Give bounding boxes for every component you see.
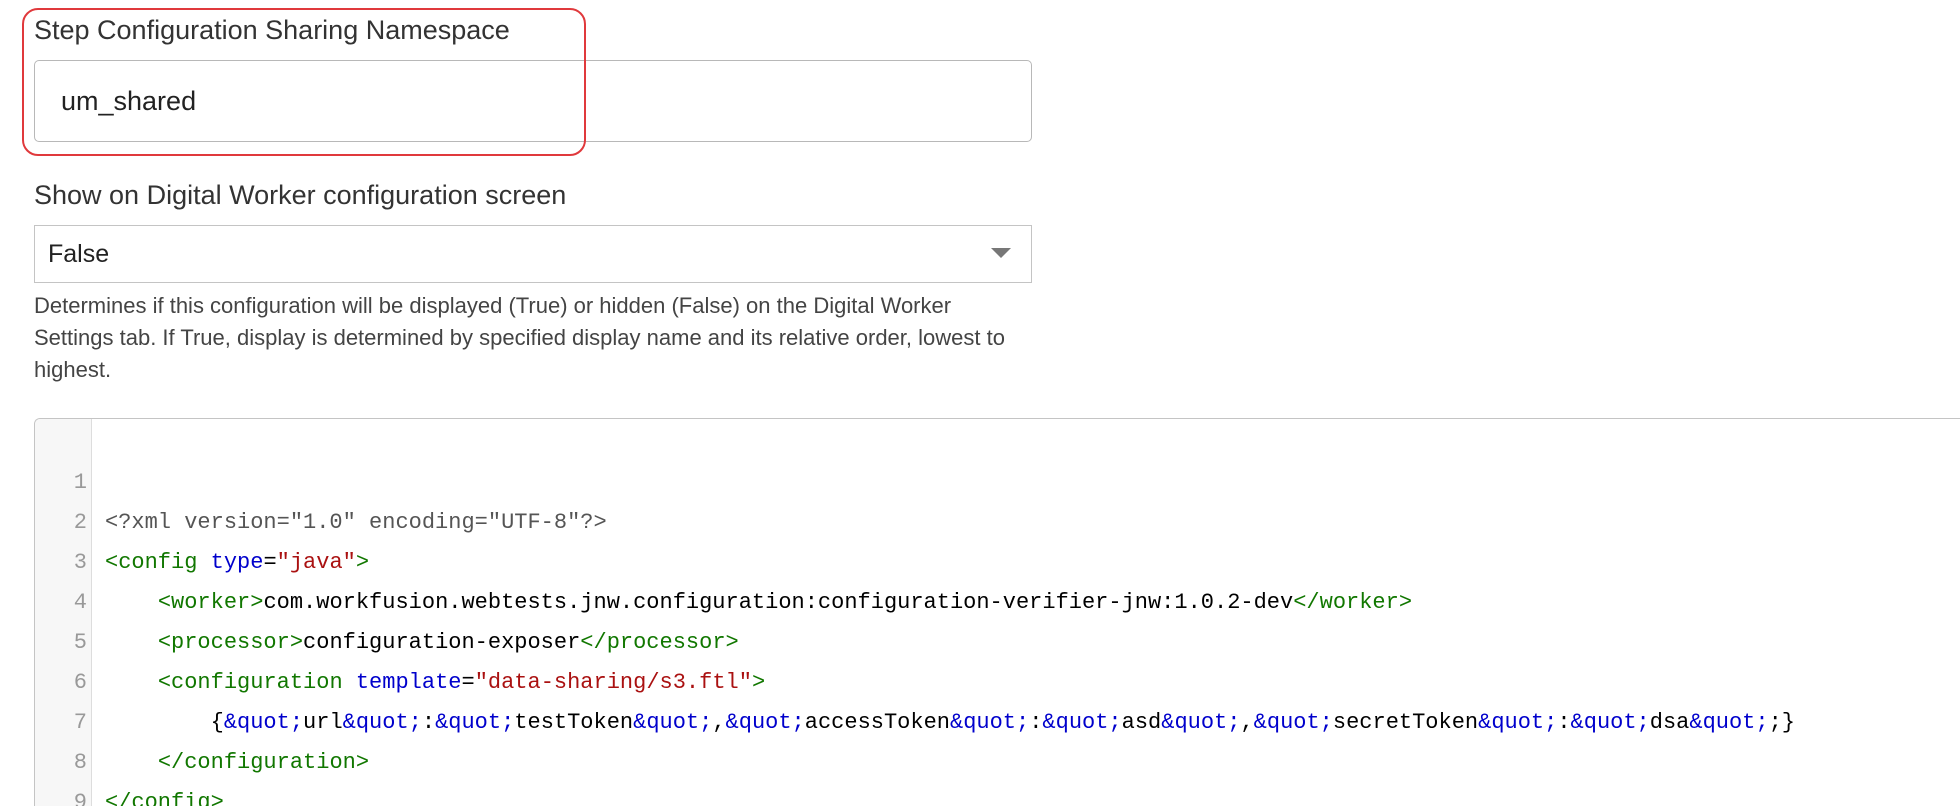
xml-code-editor[interactable]: 1 <?xml version="1.0" encoding="UTF-8"?>… xyxy=(34,418,1960,806)
code-line-8: 8 </config> xyxy=(35,703,1935,806)
code-line-2: 2 <config type="java"> xyxy=(35,463,1935,575)
line-number: 9 xyxy=(73,790,87,806)
show-on-screen-label: Show on Digital Worker configuration scr… xyxy=(34,180,567,210)
code-line-5: 5 <configuration template="data-sharing/… xyxy=(35,583,1935,695)
namespace-label: Step Configuration Sharing Namespace xyxy=(34,15,510,45)
code-line-9: 9 xyxy=(35,743,1935,806)
config-form: Step Configuration Sharing Namespace Sho… xyxy=(0,0,1960,806)
tag-close: </config> xyxy=(105,790,224,806)
code-content: </config> xyxy=(105,783,224,806)
show-on-screen-help-text: Determines if this configuration will be… xyxy=(34,293,1005,382)
code-line-3: 3 <worker>com.workfusion.webtests.jnw.co… xyxy=(35,503,1935,615)
code-line-4: 4 <processor>configuration-exposer</proc… xyxy=(35,543,1935,655)
show-on-screen-selected-value: False xyxy=(48,239,110,268)
code-line-6: 6 {&quot;url&quot;:&quot;testToken&quot;… xyxy=(35,623,1935,735)
show-on-screen-select[interactable]: False xyxy=(34,225,1032,283)
code-line-1: 1 <?xml version="1.0" encoding="UTF-8"?> xyxy=(35,423,1935,535)
namespace-input[interactable] xyxy=(34,60,1032,142)
dropdown-arrow-icon xyxy=(991,248,1011,258)
code-line-7: 7 </configuration> xyxy=(35,663,1935,775)
